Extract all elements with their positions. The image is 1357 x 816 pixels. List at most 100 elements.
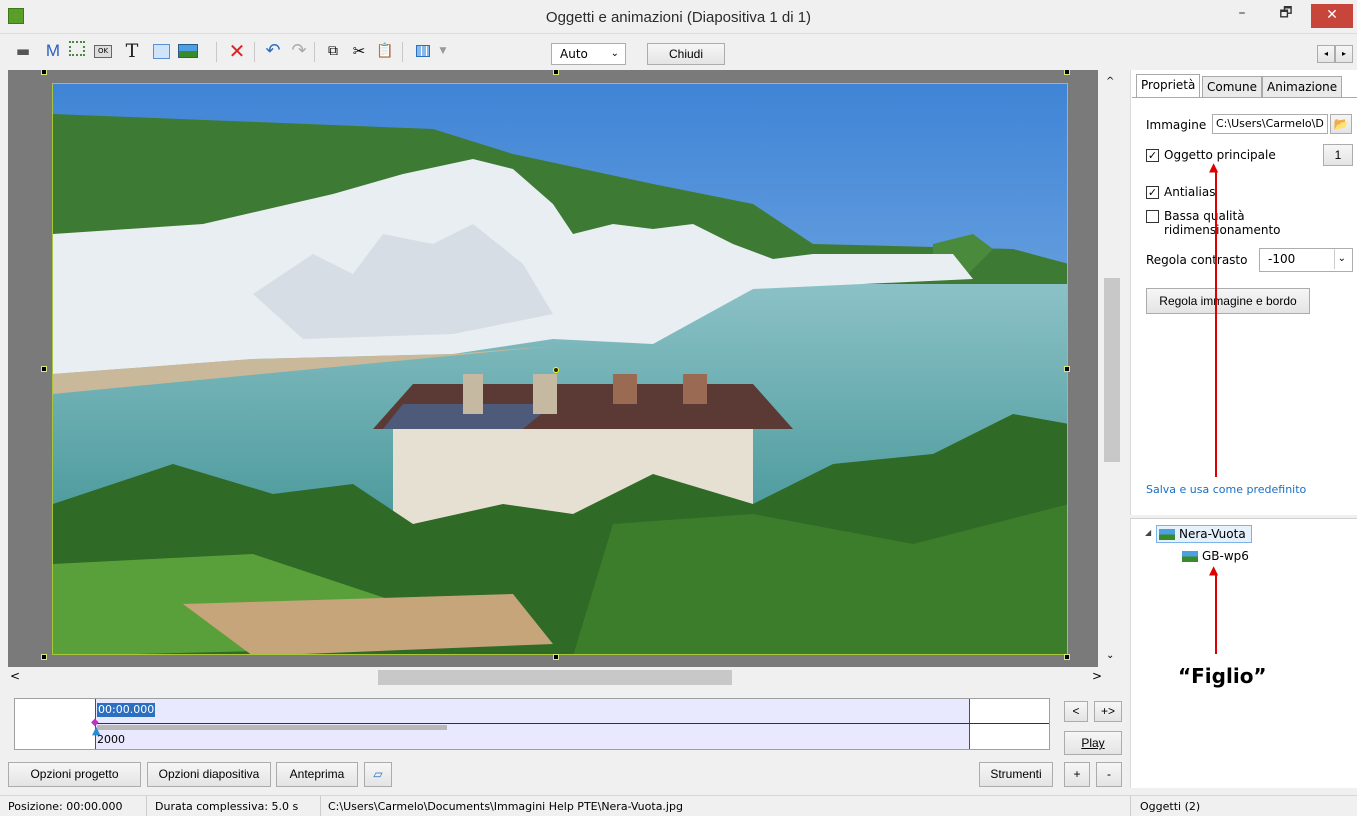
maximize-button[interactable]: 🗗 (1263, 0, 1309, 28)
scroll-left-button[interactable]: ◂ (1317, 45, 1335, 63)
fullscreen-preview-icon[interactable]: ▱ (364, 762, 392, 787)
minimize-button[interactable]: – (1219, 0, 1265, 28)
text-object-icon[interactable]: T (121, 40, 143, 62)
landscape-photo-illustration (53, 84, 1067, 654)
annotation-arrow-line (1215, 170, 1217, 477)
rotation-center-handle[interactable] (553, 367, 559, 373)
resize-handle-top[interactable] (553, 70, 559, 75)
horizontal-scroll-thumb[interactable] (378, 670, 732, 685)
slide-canvas[interactable] (8, 70, 1098, 667)
resize-handle-bottom-right[interactable] (1064, 654, 1070, 660)
annotation-arrowhead-icon: ▲ (1209, 563, 1219, 577)
contrast-select[interactable]: -100 ⌄ (1259, 248, 1353, 272)
play-button[interactable]: Play (1064, 731, 1122, 755)
horizontal-scrollbar[interactable]: < > (8, 667, 1122, 689)
copy-icon[interactable]: ⧉ (322, 40, 344, 62)
low-quality-resize-label: Bassa qualità ridimensionamento (1164, 209, 1281, 237)
save-as-default-link[interactable]: Salva e usa come predefinito (1146, 483, 1306, 496)
image-icon (1182, 551, 1198, 562)
image-object-icon[interactable] (177, 40, 199, 62)
preview-button[interactable]: Anteprima (276, 762, 358, 787)
status-file-path: C:\Users\Carmelo\Documents\Immagini Help… (328, 800, 683, 813)
vertical-scroll-thumb[interactable] (1104, 278, 1120, 462)
frame-icon[interactable] (66, 40, 88, 62)
resize-handle-top-left[interactable] (41, 70, 47, 75)
toolbar-separator (314, 42, 315, 62)
grid-dropdown-chevron-icon[interactable]: ▼ (432, 40, 454, 62)
resize-handle-top-right[interactable] (1064, 70, 1070, 75)
remove-button[interactable]: - (1096, 762, 1122, 787)
next-keyframe-button[interactable]: +> (1094, 701, 1122, 722)
tree-item-parent[interactable]: Nera-Vuota (1156, 525, 1252, 543)
video-camera-icon[interactable]: ▬ (12, 40, 34, 62)
button-object-icon[interactable]: OK (92, 40, 114, 62)
main-object-checkbox[interactable]: ✓ (1146, 149, 1159, 162)
close-button[interactable]: Chiudi (647, 43, 725, 65)
image-icon (1159, 529, 1175, 540)
chevron-down-icon: ⌄ (1333, 249, 1346, 269)
zoom-select[interactable]: Auto ⌄ (551, 43, 626, 65)
status-divider (1130, 796, 1131, 816)
close-window-button[interactable]: ✕ (1311, 4, 1353, 28)
tree-item-parent-label: Nera-Vuota (1179, 527, 1246, 541)
timeline-slide-region[interactable] (95, 699, 970, 749)
tree-expand-icon[interactable]: ◢ (1145, 528, 1151, 537)
scroll-right-arrow-icon[interactable]: > (1092, 669, 1102, 683)
resize-handle-left[interactable] (41, 366, 47, 372)
playhead-arrow-icon[interactable]: ▲ (92, 724, 100, 737)
main-object-label: Oggetto principale (1164, 148, 1276, 162)
timeline[interactable]: 00:00.000 2000 ◆ ▲ (14, 698, 1050, 750)
rectangle-object-icon[interactable] (150, 40, 172, 62)
toolbar-separator (216, 42, 217, 62)
browse-folder-icon[interactable]: 📂 (1330, 114, 1352, 134)
scroll-down-arrow-icon[interactable]: ⌄ (1106, 650, 1114, 661)
toolbar-separator (402, 42, 403, 62)
status-divider (320, 796, 321, 816)
window-title: Oggetti e animazioni (Diapositiva 1 di 1… (545, 9, 812, 26)
adjust-image-border-button[interactable]: Regola immagine e bordo (1146, 288, 1310, 314)
undo-icon[interactable]: ↶ (262, 40, 284, 62)
tree-item-child[interactable]: GB-wp6 (1180, 548, 1260, 566)
grid-icon[interactable] (412, 40, 434, 62)
scroll-up-arrow-icon[interactable]: ^ (1106, 76, 1114, 87)
scroll-right-button[interactable]: ▸ (1335, 45, 1353, 63)
image-path-field[interactable]: C:\Users\Carmelo\D (1212, 114, 1328, 134)
timeline-position-label: 00:00.000 (97, 703, 156, 717)
vertical-scrollbar[interactable]: ^ ⌄ (1100, 70, 1122, 667)
resize-handle-right[interactable] (1064, 366, 1070, 372)
annotation-arrowhead-icon: ▲ (1209, 160, 1219, 174)
status-duration: Durata complessiva: 5.0 s (155, 800, 299, 813)
cut-icon[interactable]: ✂ (348, 40, 370, 62)
tools-button[interactable]: Strumenti (979, 762, 1053, 787)
status-bar: Posizione: 00:00.000 Durata complessiva:… (0, 795, 1357, 816)
tab-common[interactable]: Comune (1202, 76, 1263, 98)
cliff-landscape-image[interactable] (52, 83, 1068, 655)
add-button[interactable]: + (1064, 762, 1090, 787)
delete-icon[interactable]: ✕ (226, 40, 248, 62)
slide-options-button[interactable]: Opzioni diapositiva (147, 762, 271, 787)
redo-icon[interactable]: ↷ (288, 40, 310, 62)
low-quality-resize-checkbox[interactable] (1146, 210, 1159, 223)
child-annotation-label: “Figlio” (1178, 664, 1267, 688)
status-divider (146, 796, 147, 816)
resize-handle-bottom-left[interactable] (41, 654, 47, 660)
chevron-down-icon: ⌄ (610, 48, 619, 59)
main-object-index-button[interactable]: 1 (1323, 144, 1353, 166)
scroll-left-arrow-icon[interactable]: < (10, 669, 20, 683)
tree-item-child-label: GB-wp6 (1202, 549, 1249, 563)
resize-handle-bottom[interactable] (553, 654, 559, 660)
paste-icon[interactable]: 📋 (374, 40, 396, 62)
status-object-count: Oggetti (2) (1140, 800, 1201, 813)
antialias-checkbox[interactable]: ✓ (1146, 186, 1159, 199)
annotation-arrow-line (1215, 574, 1217, 654)
tab-properties[interactable]: Proprietà (1136, 74, 1201, 98)
timeline-object-bar[interactable] (97, 725, 447, 730)
timeline-duration-label: 2000 (97, 733, 125, 746)
tab-divider (1132, 97, 1357, 98)
tab-animation[interactable]: Animazione (1262, 76, 1343, 98)
status-position: Posizione: 00:00.000 (8, 800, 123, 813)
mask-container-icon[interactable]: M (42, 40, 64, 62)
previous-keyframe-button[interactable]: < (1064, 701, 1088, 722)
image-label: Immagine (1146, 118, 1207, 132)
project-options-button[interactable]: Opzioni progetto (8, 762, 141, 787)
